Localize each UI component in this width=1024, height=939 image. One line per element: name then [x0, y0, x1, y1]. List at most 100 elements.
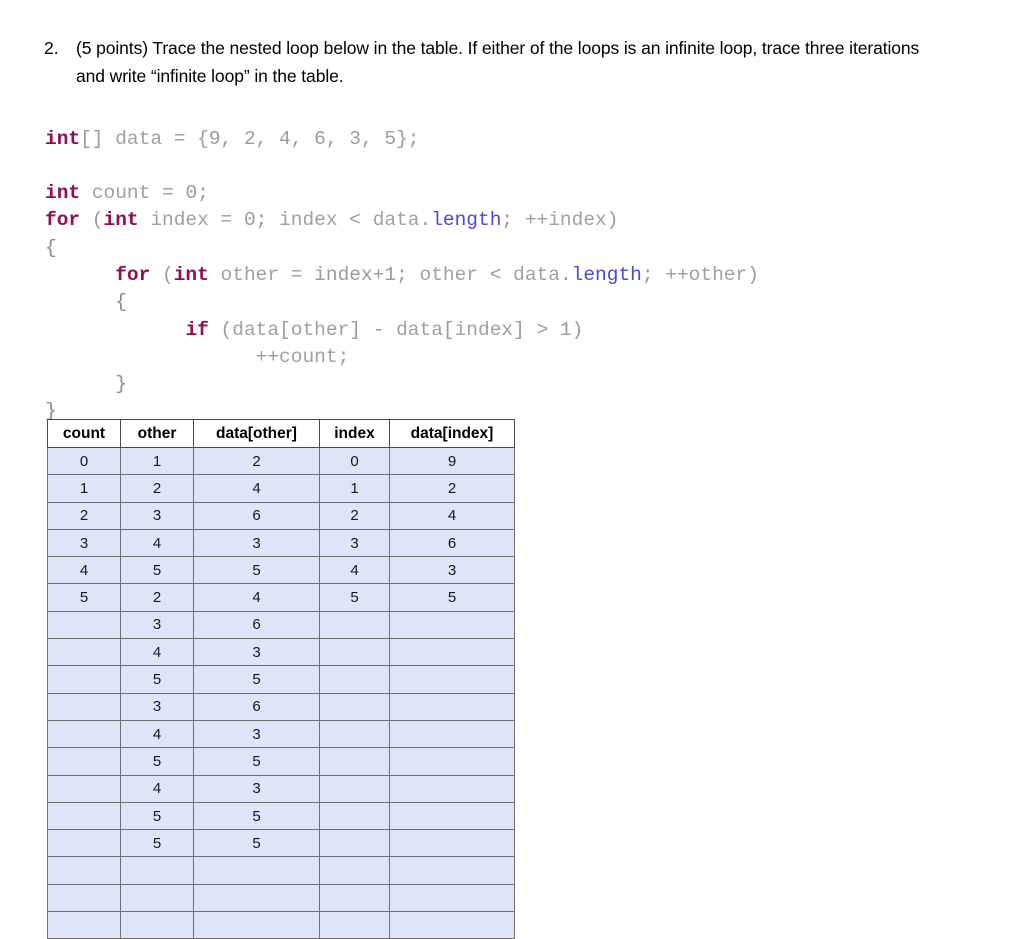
table-cell[interactable]: 2 — [120, 474, 194, 503]
code-token: data — [232, 318, 280, 341]
table-cell[interactable]: 3 — [47, 528, 121, 558]
table-cell[interactable] — [319, 638, 390, 667]
table-cell[interactable] — [319, 610, 390, 640]
table-cell[interactable]: 2 — [47, 501, 121, 530]
table-cell[interactable]: 6 — [193, 692, 320, 721]
table-cell[interactable]: 2 — [389, 474, 515, 503]
table-cell[interactable]: 3 — [193, 638, 320, 667]
table-cell[interactable]: 5 — [193, 747, 320, 776]
table-cell[interactable] — [319, 883, 390, 913]
table-cell[interactable]: 5 — [193, 829, 320, 858]
table-cell[interactable]: 6 — [193, 610, 320, 640]
table-cell[interactable]: 2 — [319, 501, 390, 530]
table-cell[interactable]: 4 — [389, 501, 515, 530]
code-token: = — [162, 127, 198, 150]
table-cell[interactable]: 5 — [120, 747, 194, 776]
table-cell[interactable] — [193, 911, 320, 939]
table-cell[interactable]: 4 — [47, 556, 121, 585]
table-cell[interactable] — [319, 747, 390, 776]
table-cell[interactable] — [319, 719, 390, 749]
table-cell[interactable]: 4 — [120, 638, 194, 667]
table-cell[interactable]: 3 — [319, 528, 390, 558]
table-cell[interactable] — [389, 774, 515, 803]
table-cell[interactable]: 0 — [47, 446, 121, 476]
table-cell[interactable]: 0 — [319, 446, 390, 476]
table-cell[interactable]: 3 — [120, 610, 194, 640]
table-cell[interactable] — [319, 801, 390, 831]
table-cell[interactable] — [47, 692, 121, 721]
table-cell[interactable]: 5 — [120, 556, 194, 585]
table-cell[interactable]: 5 — [389, 583, 515, 612]
table-cell[interactable]: 4 — [120, 719, 194, 749]
code-line: for (int index = 0; index < data.length;… — [45, 207, 759, 234]
table-cell[interactable] — [47, 665, 121, 694]
table-cell[interactable] — [319, 911, 390, 939]
table-cell[interactable]: 3 — [389, 556, 515, 585]
table-cell[interactable]: 1 — [120, 446, 194, 476]
code-token: ++ — [45, 345, 280, 368]
table-cell[interactable]: 6 — [193, 501, 320, 530]
table-cell[interactable] — [193, 883, 320, 913]
table-cell[interactable]: 5 — [47, 583, 121, 612]
table-cell[interactable] — [389, 883, 515, 913]
table-cell[interactable]: 3 — [193, 774, 320, 803]
table-cell[interactable] — [47, 883, 121, 913]
table-cell[interactable] — [47, 856, 121, 885]
table-cell[interactable] — [193, 856, 320, 885]
table-cell[interactable] — [319, 774, 390, 803]
table-cell[interactable] — [47, 638, 121, 667]
table-cell[interactable] — [47, 719, 121, 749]
table-cell[interactable] — [47, 801, 121, 831]
table-cell[interactable] — [319, 856, 390, 885]
table-cell[interactable] — [389, 911, 515, 939]
table-cell[interactable] — [389, 747, 515, 776]
table-cell[interactable] — [120, 856, 194, 885]
table-cell[interactable]: 3 — [193, 528, 320, 558]
table-cell[interactable]: 4 — [319, 556, 390, 585]
code-token: other — [290, 318, 350, 341]
table-cell[interactable]: 5 — [120, 829, 194, 858]
table-cell[interactable] — [319, 665, 390, 694]
table-cell[interactable]: 6 — [389, 528, 515, 558]
table-cell[interactable]: 9 — [389, 446, 515, 476]
code-line: int count = 0; — [45, 180, 759, 207]
table-cell[interactable]: 4 — [193, 583, 320, 612]
table-cell[interactable]: 1 — [319, 474, 390, 503]
table-cell[interactable] — [47, 774, 121, 803]
column-header-dataother: data[other] — [193, 419, 320, 448]
table-cell[interactable] — [319, 692, 390, 721]
table-cell[interactable]: 1 — [47, 474, 121, 503]
table-cell[interactable]: 3 — [120, 692, 194, 721]
table-cell[interactable] — [47, 747, 121, 776]
table-cell[interactable]: 5 — [120, 801, 194, 831]
table-cell[interactable]: 5 — [120, 665, 194, 694]
table-cell[interactable]: 4 — [120, 774, 194, 803]
table-cell[interactable] — [47, 829, 121, 858]
table-cell[interactable]: 4 — [120, 528, 194, 558]
table-cell[interactable] — [389, 719, 515, 749]
table-cell[interactable]: 2 — [193, 446, 320, 476]
table-cell[interactable]: 5 — [193, 801, 320, 831]
table-cell[interactable] — [389, 856, 515, 885]
table-cell[interactable]: 2 — [120, 583, 194, 612]
table-cell[interactable]: 5 — [193, 665, 320, 694]
table-cell[interactable] — [389, 692, 515, 721]
table-cell[interactable]: 3 — [193, 719, 320, 749]
table-cell[interactable] — [389, 665, 515, 694]
table-cell[interactable]: 4 — [193, 474, 320, 503]
table-cell[interactable]: 5 — [319, 583, 390, 612]
code-token: index — [454, 318, 514, 341]
table-cell[interactable]: 3 — [120, 501, 194, 530]
table-cell[interactable] — [319, 829, 390, 858]
table-cell[interactable]: 5 — [193, 556, 320, 585]
table-cell[interactable] — [389, 610, 515, 640]
table-cell[interactable] — [47, 911, 121, 939]
table-cell[interactable] — [120, 911, 194, 939]
code-token: count — [91, 182, 151, 205]
table-cell[interactable] — [389, 829, 515, 858]
table-cell[interactable] — [120, 883, 194, 913]
table-cell[interactable] — [47, 610, 121, 640]
table-cell[interactable] — [389, 801, 515, 831]
table-cell[interactable] — [389, 638, 515, 667]
